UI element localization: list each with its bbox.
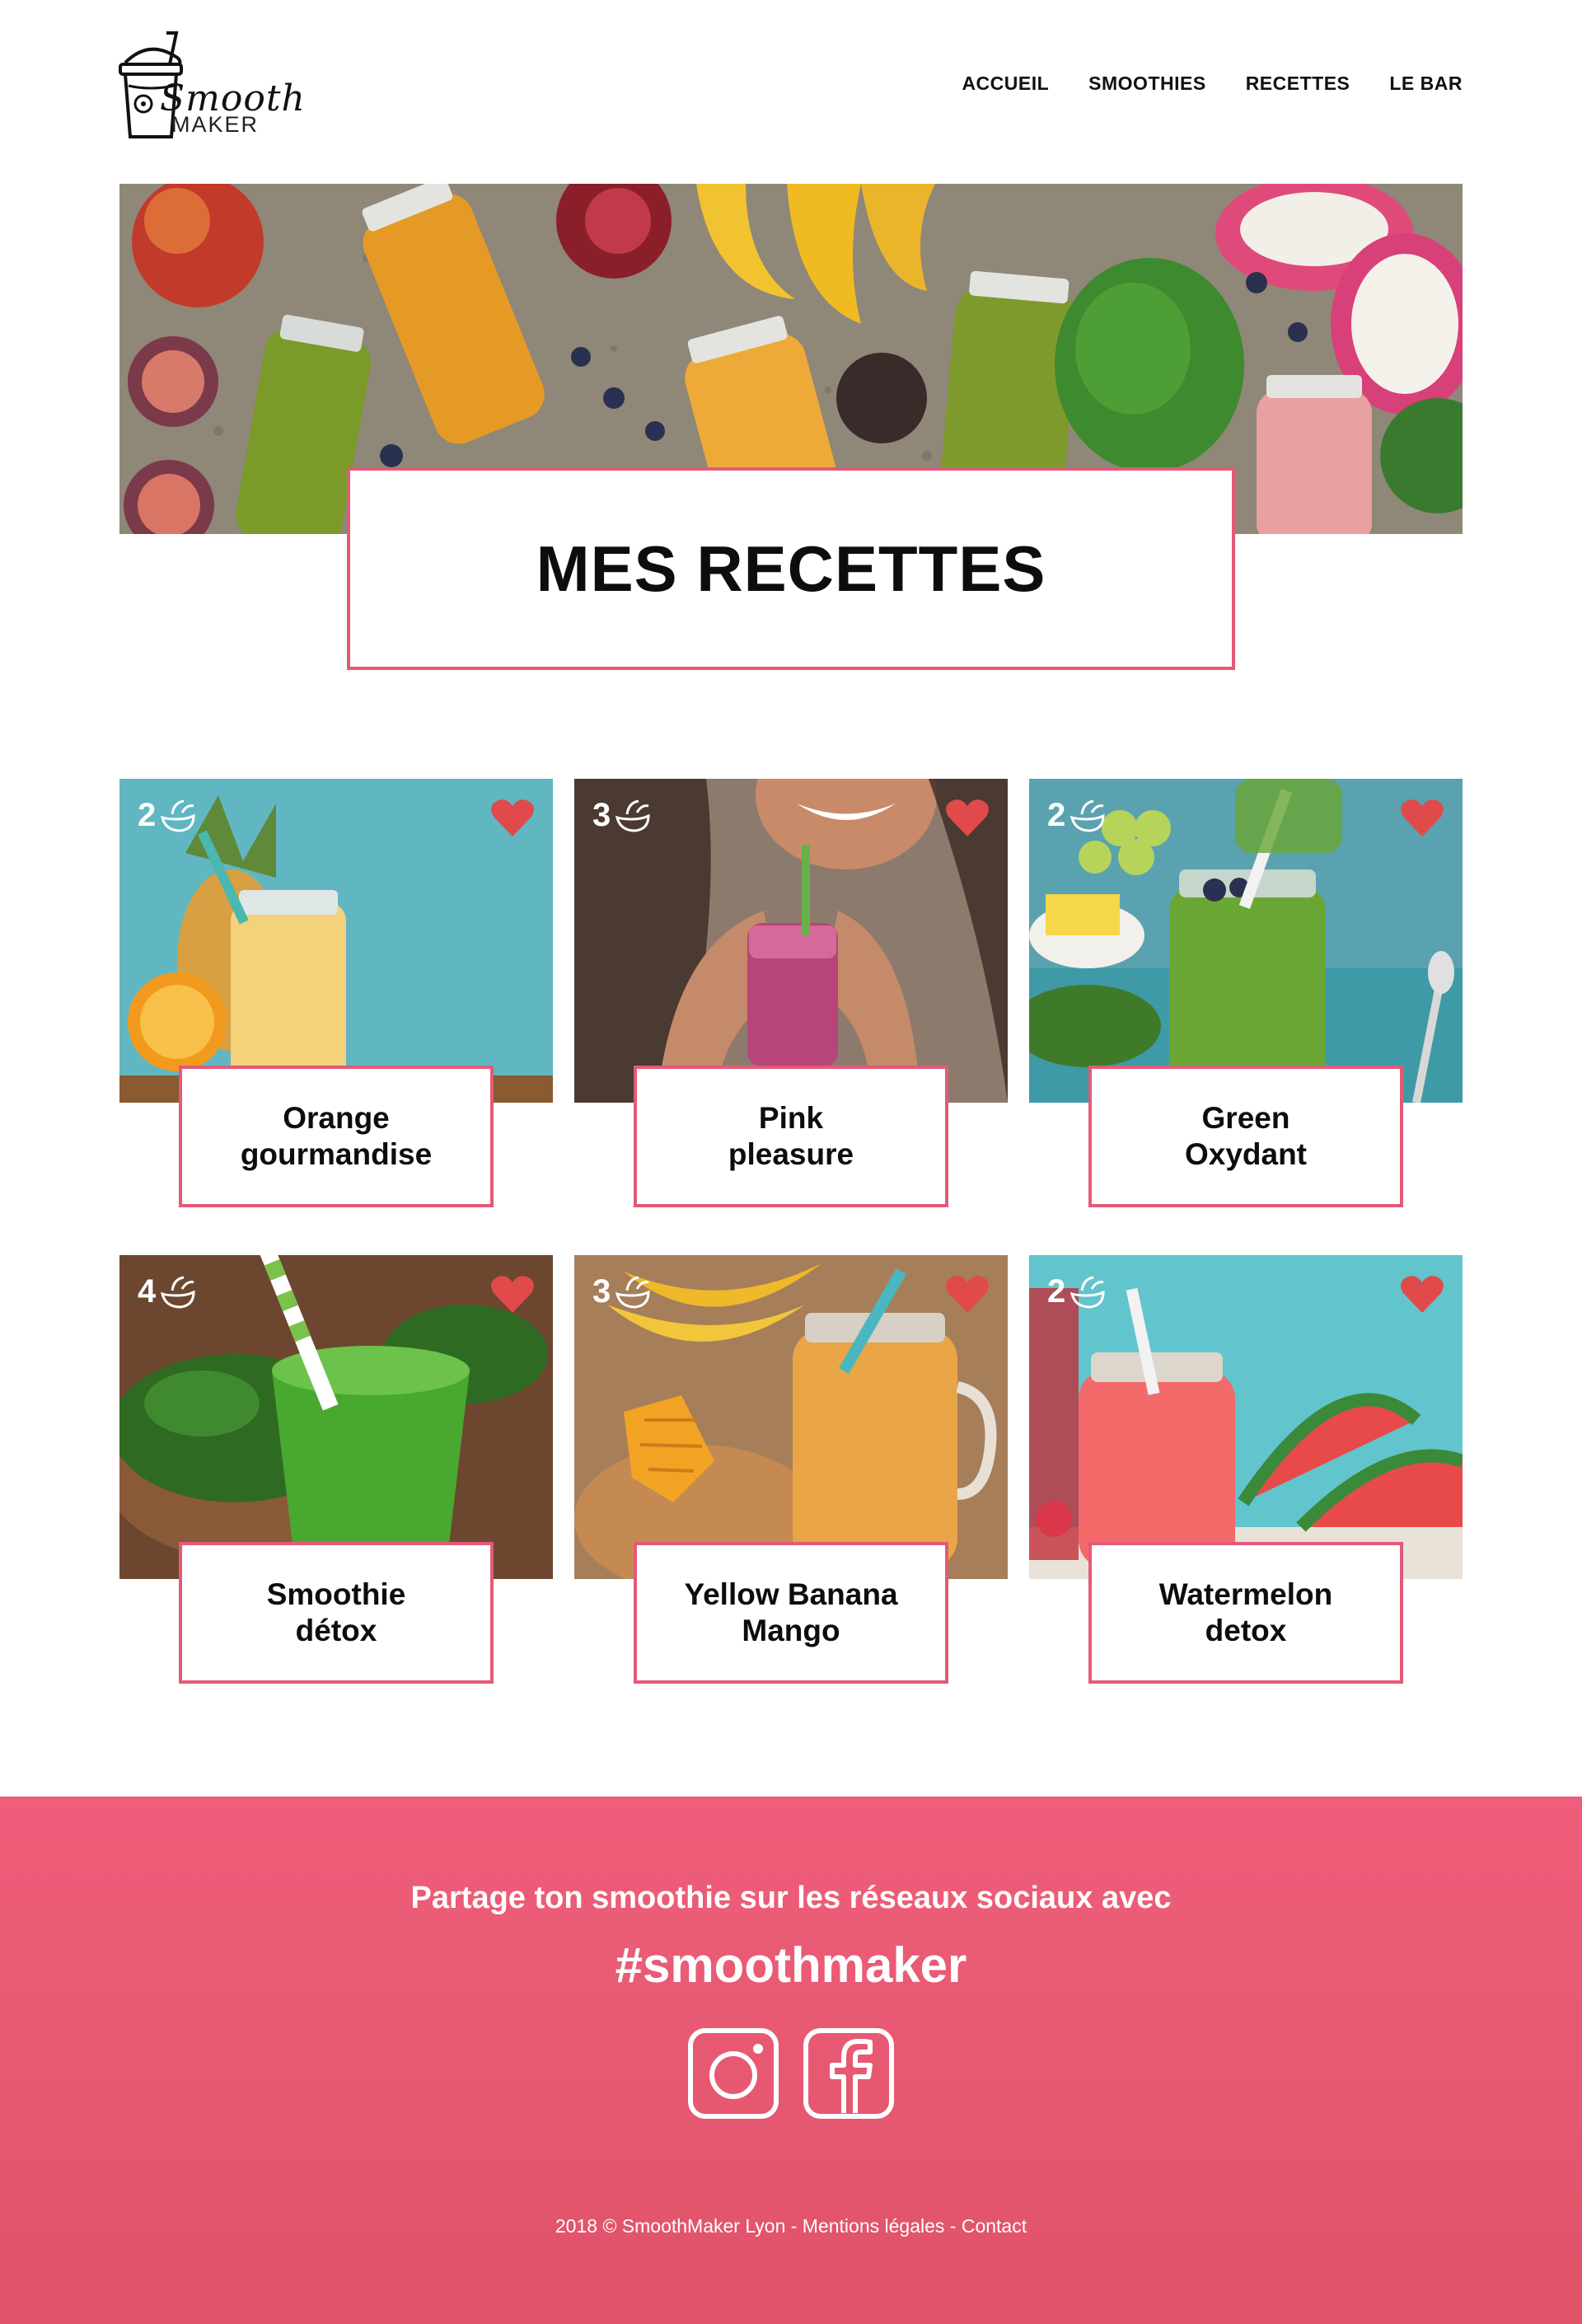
heart-icon bbox=[946, 799, 989, 836]
recipe-name: Watermelon detox bbox=[1158, 1577, 1333, 1647]
recipe-card-pink-pleasure[interactable]: 3 Pink pleasure bbox=[574, 779, 1008, 1207]
nav-item-recettes[interactable]: RECETTES bbox=[1246, 73, 1350, 95]
recipe-name-box[interactable]: Smoothie détox bbox=[179, 1542, 494, 1684]
servings-badge: 3 bbox=[592, 1273, 652, 1310]
facebook-link[interactable] bbox=[803, 2027, 895, 2124]
recipe-name: Orange gourmandise bbox=[240, 1101, 433, 1171]
recipe-card-orange-gourmandise[interactable]: 2 Orange gourmandise bbox=[119, 779, 553, 1207]
recipe-name-box[interactable]: Green Oxydant bbox=[1088, 1066, 1403, 1207]
recipe-name: Yellow Banana Mango bbox=[684, 1577, 898, 1647]
servings-badge: 2 bbox=[1047, 797, 1107, 834]
page-title: MES RECETTES bbox=[536, 532, 1046, 605]
heart-icon bbox=[1401, 1276, 1444, 1313]
favorite-button[interactable] bbox=[490, 1275, 535, 1314]
nav-item-smoothies[interactable]: SMOOTHIES bbox=[1088, 73, 1206, 95]
heart-icon bbox=[491, 1276, 534, 1313]
servings-count: 4 bbox=[138, 1273, 157, 1310]
recipe-name-box[interactable]: Pink pleasure bbox=[634, 1066, 948, 1207]
favorite-button[interactable] bbox=[490, 799, 535, 838]
servings-count: 2 bbox=[138, 797, 157, 833]
nav-item-le-bar[interactable]: LE BAR bbox=[1389, 73, 1463, 95]
heart-icon bbox=[491, 799, 534, 836]
servings-badge: 3 bbox=[592, 797, 652, 834]
recipe-name-box[interactable]: Orange gourmandise bbox=[179, 1066, 494, 1207]
favorite-button[interactable] bbox=[945, 799, 990, 838]
share-text: Partage ton smoothie sur les réseaux soc… bbox=[410, 1881, 1172, 1915]
facebook-icon bbox=[803, 2028, 894, 2119]
recipe-card-yellow-banana-mango[interactable]: 3 Yellow Banana Mango bbox=[574, 1255, 1008, 1684]
page-title-box: MES RECETTES bbox=[347, 467, 1235, 670]
servings-badge: 4 bbox=[138, 1273, 197, 1310]
instagram-link[interactable] bbox=[687, 2027, 779, 2124]
copyright: 2018 © SmoothMaker Lyon - Mentions légal… bbox=[555, 2215, 1027, 2237]
fruit-icon bbox=[1070, 1276, 1105, 1309]
main-nav: ACCUEIL SMOOTHIES RECETTES LE BAR bbox=[962, 73, 1463, 95]
favorite-button[interactable] bbox=[945, 1275, 990, 1314]
fruit-icon bbox=[615, 799, 650, 832]
recipe-name: Green Oxydant bbox=[1184, 1101, 1308, 1171]
recipe-name-box[interactable]: Watermelon detox bbox=[1088, 1542, 1403, 1684]
hashtag: #smoothmaker bbox=[615, 1937, 967, 1993]
recipe-name: Smoothie détox bbox=[266, 1577, 406, 1647]
servings-count: 3 bbox=[592, 797, 611, 833]
recipe-card-green-oxydant[interactable]: 2 Green Oxydant bbox=[1029, 779, 1463, 1207]
fruit-icon bbox=[615, 1276, 650, 1309]
fruit-icon bbox=[1070, 799, 1105, 832]
heart-icon bbox=[946, 1276, 989, 1313]
servings-badge: 2 bbox=[138, 797, 197, 834]
servings-count: 2 bbox=[1047, 1273, 1066, 1310]
fruit-icon bbox=[161, 799, 195, 832]
brand-logo[interactable]: Smooth MAKER bbox=[115, 31, 305, 147]
servings-count: 3 bbox=[592, 1273, 611, 1310]
brand-word: MAKER bbox=[171, 112, 260, 137]
favorite-button[interactable] bbox=[1400, 1275, 1444, 1314]
recipe-card-smoothie-detox[interactable]: 4 Smoothie détox bbox=[119, 1255, 553, 1684]
recipe-name-box[interactable]: Yellow Banana Mango bbox=[634, 1542, 948, 1684]
instagram-icon bbox=[688, 2028, 779, 2119]
heart-icon bbox=[1401, 799, 1444, 836]
recipe-name: Pink pleasure bbox=[728, 1101, 854, 1171]
social-links bbox=[0, 2027, 1582, 2124]
servings-badge: 2 bbox=[1047, 1273, 1107, 1310]
favorite-button[interactable] bbox=[1400, 799, 1444, 838]
fruit-icon bbox=[161, 1276, 195, 1309]
nav-item-accueil[interactable]: ACCUEIL bbox=[962, 73, 1049, 95]
servings-count: 2 bbox=[1047, 797, 1066, 833]
recipe-card-watermelon-detox[interactable]: 2 Watermelon detox bbox=[1029, 1255, 1463, 1684]
